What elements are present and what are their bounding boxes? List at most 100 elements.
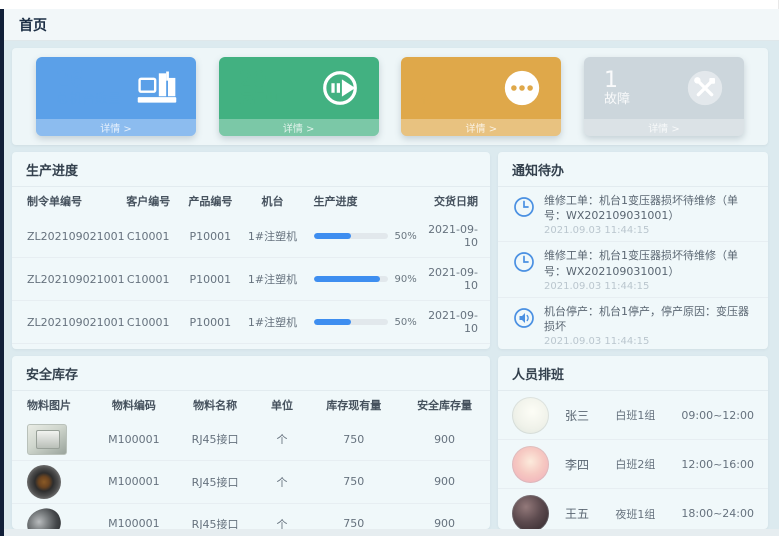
col-material-code: 物料编码	[93, 391, 174, 419]
col-unit: 单位	[256, 391, 309, 419]
progress-percent: 50%	[395, 231, 417, 242]
cell-progress: 50%	[304, 301, 424, 344]
page-title: 首页	[19, 15, 47, 35]
cell-safety-qty: 900	[399, 419, 490, 460]
pending-value: 5	[421, 68, 447, 93]
cell-unit: 个	[256, 503, 309, 529]
card-numbers: 26 总机台数量	[56, 68, 121, 108]
avatar	[512, 446, 549, 483]
production-table: 制令单编号 客户编号 产品编号 机台 生产进度 交货日期 ZL202109021…	[12, 187, 490, 349]
notification-content: 机台停产：机台1停产，停产原因：变压器损坏 2021.09.03 11:44:1…	[544, 304, 756, 347]
stat-card-total-machines[interactable]: 26 总机台数量 详情 >	[36, 57, 196, 136]
card-numbers: 20 运行中	[239, 68, 278, 108]
cell-order-no: ZL202109021001	[12, 344, 117, 350]
inventory-table: 物料图片 物料编码 物料名称 单位 库存现有量 安全库存量 M100001 RJ…	[12, 391, 490, 529]
notification-item[interactable]: 机台停产：机台1停产，停产原因：变压器损坏 2021.09.03 11:44:1…	[498, 298, 768, 349]
col-machine: 机台	[241, 187, 303, 215]
cell-product-no: P10001	[179, 258, 241, 301]
cell-material-code: M100001	[93, 460, 174, 503]
total-machines-detail-link[interactable]: 详情 >	[36, 119, 196, 136]
cell-delivery-date: 2021-09-10	[423, 215, 490, 258]
cell-material-image	[12, 460, 93, 503]
production-progress-panel: 生产进度 制令单编号 客户编号 产品编号 机台 生产进度 交货日期 ZL2021…	[12, 152, 490, 349]
cell-material-code: M100001	[93, 503, 174, 529]
pending-detail-link[interactable]: 详情 >	[401, 119, 561, 136]
cell-material-name: RJ45接口	[175, 460, 256, 503]
cell-order-no: ZL202109021001	[12, 215, 117, 258]
cell-delivery-date: 2021-09-10	[423, 258, 490, 301]
progress-bar	[314, 319, 388, 325]
card-body: 5 待产	[401, 57, 561, 119]
cell-product-no: P10001	[179, 215, 241, 258]
notification-content: 维修工单：机台1变压器损坏待维修（单号：WX202109031001） 2021…	[544, 248, 756, 291]
staff-time: 18:00~24:00	[681, 507, 754, 520]
fault-label: 故障	[604, 93, 630, 108]
table-row: M100001 RJ45接口 个 750 900	[12, 460, 490, 503]
cell-customer-no: C10001	[117, 258, 179, 301]
table-row: M100001 RJ45接口 个 750 900	[12, 503, 490, 529]
ellipsis-icon	[499, 65, 545, 111]
fault-detail-link[interactable]: 详情 >	[584, 119, 744, 136]
cell-machine: 1#注塑机	[241, 215, 303, 258]
card-body: 20 运行中	[219, 57, 379, 119]
avatar	[512, 495, 549, 529]
running-value: 20	[239, 68, 278, 93]
running-detail-link[interactable]: 详情 >	[219, 119, 379, 136]
stat-card-pending[interactable]: 5 待产 详情 >	[401, 57, 561, 136]
sidebar-edge	[0, 9, 4, 536]
production-progress-title: 生产进度	[12, 152, 490, 187]
page-header: 首页	[0, 9, 779, 41]
table-row: ZL202109021001 C10001 P10001 1#注塑机 50% 2…	[12, 344, 490, 350]
card-body: 26 总机台数量	[36, 57, 196, 119]
total-machines-label: 总机台数量	[56, 93, 121, 108]
staff-time: 12:00~16:00	[681, 458, 754, 471]
cell-material-code: M100001	[93, 419, 174, 460]
progress-percent: 90%	[395, 274, 417, 285]
progress-bar	[314, 276, 388, 282]
cell-material-name: RJ45接口	[175, 419, 256, 460]
notification-text: 维修工单：机台1变压器损坏待维修（单号：WX202109031001）	[544, 193, 756, 223]
staff-time: 09:00~12:00	[681, 409, 754, 422]
cell-machine: 1#注塑机	[241, 344, 303, 350]
table-row: ZL202109021001 C10001 P10001 1#注塑机 50% 2…	[12, 215, 490, 258]
rj45-connector-photo	[27, 424, 67, 455]
cell-material-image	[12, 419, 93, 460]
repair-tools-icon	[682, 65, 728, 111]
notification-text: 机台停产：机台1停产，停产原因：变压器损坏	[544, 304, 756, 334]
cell-progress: 50%	[304, 215, 424, 258]
clock-icon	[512, 195, 536, 219]
cell-safety-qty: 900	[399, 460, 490, 503]
cell-stock-qty: 750	[308, 460, 399, 503]
cell-customer-no: C10001	[117, 301, 179, 344]
safety-inventory-panel: 安全库存 物料图片 物料编码 物料名称 单位 库存现有量 安全库存量 M	[12, 356, 490, 529]
staff-schedule-title: 人员排班	[498, 356, 768, 391]
staff-row: 王五 夜班1组 18:00~24:00	[498, 489, 768, 529]
cell-order-no: ZL202109021001	[12, 258, 117, 301]
cell-product-no: P10001	[179, 344, 241, 350]
stat-cards-panel: 26 总机台数量 详情 > 20	[12, 48, 768, 145]
staff-schedule-panel: 人员排班 张三 白班1组 09:00~12:00 李四 白班2组 12:00~1…	[498, 356, 768, 529]
running-label: 运行中	[239, 93, 278, 108]
cell-unit: 个	[256, 460, 309, 503]
staff-row: 李四 白班2组 12:00~16:00	[498, 440, 768, 489]
stat-card-fault[interactable]: 1 故障 详情 >	[584, 57, 744, 136]
cell-order-no: ZL202109021001	[12, 301, 117, 344]
cell-unit: 个	[256, 419, 309, 460]
progress-percent: 50%	[395, 317, 417, 328]
notification-item[interactable]: 维修工单：机台1变压器损坏待维修（单号：WX202109031001） 2021…	[498, 187, 768, 242]
notification-item[interactable]: 维修工单：机台1变压器损坏待维修（单号：WX202109031001） 2021…	[498, 242, 768, 297]
avatar	[512, 397, 549, 434]
progress-bar	[314, 233, 388, 239]
col-product-no: 产品编号	[179, 187, 241, 215]
cell-material-image	[12, 503, 93, 529]
cell-machine: 1#注塑机	[241, 301, 303, 344]
stat-card-running[interactable]: 20 运行中 详情 >	[219, 57, 379, 136]
card-body: 1 故障	[584, 57, 744, 119]
cell-product-no: P10001	[179, 301, 241, 344]
production-table-header: 制令单编号 客户编号 产品编号 机台 生产进度 交货日期	[12, 187, 490, 215]
cell-delivery-date: 2021-09-10	[423, 344, 490, 350]
staff-name: 王五	[565, 505, 615, 522]
clock-icon	[512, 250, 536, 274]
table-row: M100001 RJ45接口 个 750 900	[12, 419, 490, 460]
cell-delivery-date: 2021-09-10	[423, 301, 490, 344]
